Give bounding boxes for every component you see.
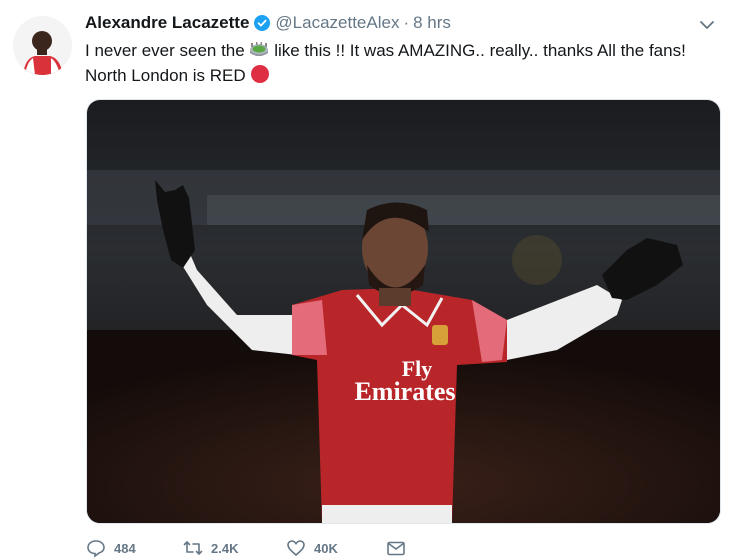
direct-message-button[interactable] xyxy=(386,538,406,558)
shirt-text-emirates: Emirates xyxy=(354,377,455,406)
tweet-text-part3: North London is RED xyxy=(85,66,246,85)
tweet-text: I never ever seen the like this !! It wa… xyxy=(85,38,725,88)
chevron-down-icon[interactable] xyxy=(698,16,716,34)
retweet-button[interactable]: 2.4K xyxy=(183,538,286,558)
like-button[interactable]: 40K xyxy=(286,538,386,558)
reply-icon xyxy=(87,540,105,558)
reply-button[interactable]: 484 xyxy=(86,538,183,558)
tweet-photo[interactable]: Fly Emirates xyxy=(86,99,721,524)
author-avatar[interactable] xyxy=(13,16,72,75)
retweet-count: 2.4K xyxy=(211,540,239,556)
stadium-emoji xyxy=(249,39,269,59)
tweet-timestamp[interactable]: 8 hrs xyxy=(413,13,451,33)
tweet-actions: 484 2.4K 40K xyxy=(86,538,406,558)
like-count: 40K xyxy=(314,540,338,556)
author-name[interactable]: Alexandre Lacazette xyxy=(85,13,249,33)
tweet-text-part2: like this !! It was AMAZING.. really.. t… xyxy=(274,41,686,60)
author-handle[interactable]: @LacazetteAlex xyxy=(275,13,399,33)
tweet-text-part1: I never ever seen the xyxy=(85,41,245,60)
reply-count: 484 xyxy=(114,540,136,556)
red-circle-emoji xyxy=(250,64,270,84)
tweet-header: Alexandre Lacazette @LacazetteAlex · 8 h… xyxy=(85,12,451,34)
verified-badge-icon xyxy=(254,15,271,31)
envelope-icon xyxy=(387,541,405,556)
retweet-icon xyxy=(183,541,203,555)
separator-dot: · xyxy=(403,13,410,32)
heart-icon xyxy=(287,540,305,557)
